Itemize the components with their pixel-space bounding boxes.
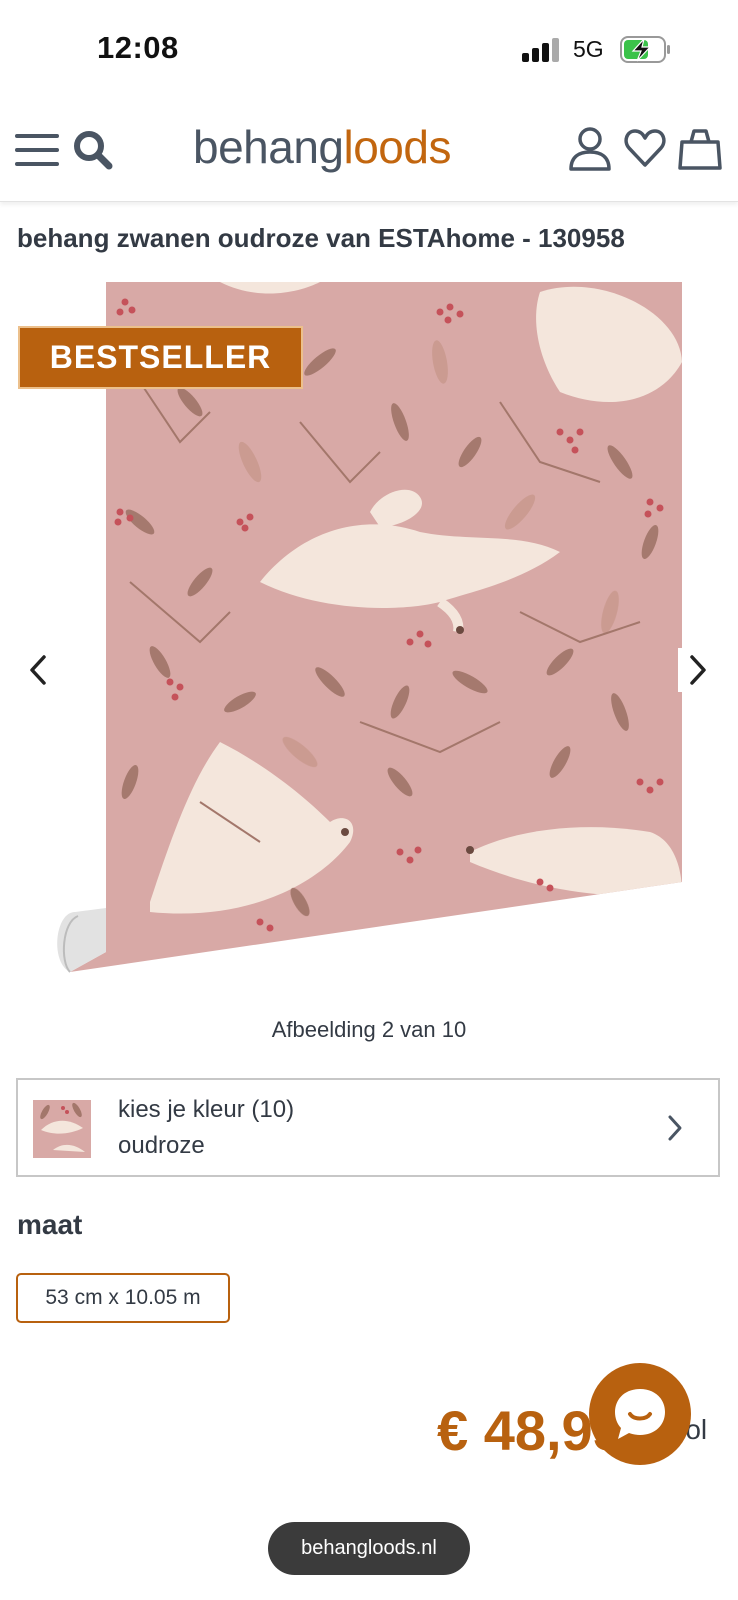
color-selector-label: kies je kleur (10): [118, 1096, 295, 1123]
product-image[interactable]: [0, 282, 738, 1002]
menu-icon[interactable]: [15, 132, 59, 168]
size-heading: maat: [17, 1209, 83, 1240]
image-counter: Afbeelding 2 van 10: [271, 1017, 467, 1042]
site-logo[interactable]: behangloods: [193, 120, 451, 174]
chevron-right-icon: [690, 655, 706, 685]
product-title: behang zwanen oudroze van ESTAhome - 130…: [17, 223, 625, 253]
status-bar: 12:08 5G: [0, 0, 738, 100]
size-option[interactable]: 53 cm x 10.05 m: [16, 1273, 230, 1323]
logo-part-behang: behang: [193, 121, 344, 173]
bestseller-badge: BESTSELLER: [18, 326, 303, 389]
network-label: 5G: [573, 36, 604, 62]
color-selector-value: oudroze: [118, 1132, 205, 1159]
browser-url-bar[interactable]: behangloods.nl: [268, 1522, 470, 1575]
next-image-button[interactable]: [678, 648, 718, 692]
chat-button[interactable]: [589, 1363, 691, 1465]
status-time: 12:08: [97, 30, 179, 65]
battery-icon: [620, 36, 670, 63]
product-gallery[interactable]: BESTSELLER: [0, 282, 738, 1002]
chevron-left-icon: [30, 655, 46, 685]
chevron-right-icon: [668, 1115, 682, 1141]
logo-part-loods: loods: [343, 121, 452, 173]
chat-bubble-icon: [615, 1389, 665, 1439]
user-icon[interactable]: [568, 126, 612, 172]
site-header: behangloods: [0, 100, 738, 202]
previous-image-button[interactable]: [16, 648, 60, 692]
search-icon[interactable]: [73, 130, 113, 170]
color-swatch: [33, 1100, 91, 1158]
color-selector[interactable]: kies je kleur (10) oudroze: [16, 1078, 720, 1177]
heart-icon[interactable]: [624, 128, 666, 168]
signal-icon: [522, 38, 562, 62]
bag-icon[interactable]: [678, 128, 722, 170]
